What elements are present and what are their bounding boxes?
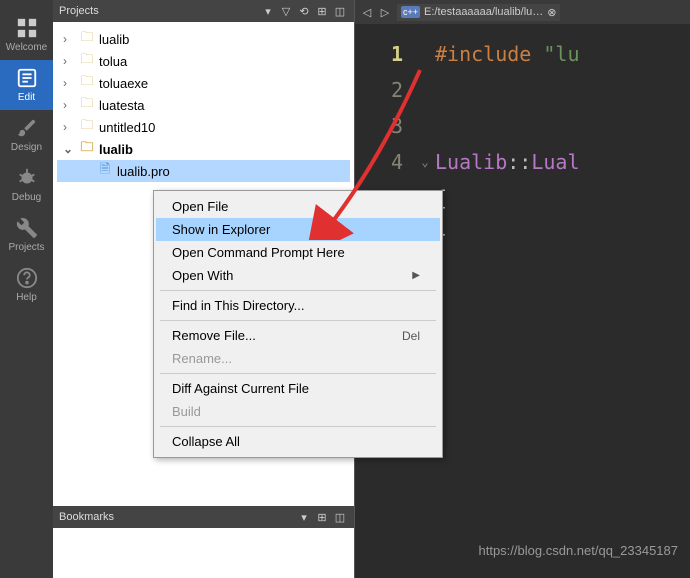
menu-separator — [160, 426, 436, 427]
fold-icon[interactable]: ⌄ — [415, 144, 435, 180]
menu-build: Build — [156, 400, 440, 423]
projects-title: Projects — [59, 5, 99, 17]
menu-show-explorer[interactable]: Show in Explorer — [156, 218, 440, 241]
sidebar-design[interactable]: Design — [0, 110, 53, 160]
brush-icon — [16, 117, 38, 139]
menu-remove-file[interactable]: Remove File...Del — [156, 324, 440, 347]
sidebar-label: Debug — [12, 192, 41, 203]
tree-folder-expanded[interactable]: ⌄ 🗀 lualib — [57, 138, 350, 160]
context-menu: Open File Show in Explorer Open Command … — [153, 190, 443, 458]
tree-folder[interactable]: › 🗀 untitled10 — [57, 116, 350, 138]
tree-folder[interactable]: › 🗀 toluaexe — [57, 72, 350, 94]
watermark: https://blog.csdn.net/qq_23345187 — [479, 543, 679, 558]
cpp-badge-icon: c++ — [401, 6, 420, 18]
tab-path: E:/testaaaaaa/lualib/lu… — [424, 6, 543, 18]
dropdown-icon[interactable]: ▾ — [260, 3, 276, 19]
bookmarks-header: Bookmarks ▾ ⊞ ◫ — [53, 506, 354, 528]
projects-header: Projects ▾ ▽ ⟲ ⊞ ◫ — [53, 0, 354, 22]
chevron-right-icon[interactable]: › — [63, 76, 79, 90]
line-number: 4 — [355, 144, 403, 180]
menu-separator — [160, 373, 436, 374]
sidebar-help[interactable]: Help — [0, 260, 53, 310]
tree-label: toluaexe — [99, 76, 148, 91]
tree-label: lualib.pro — [117, 164, 170, 179]
tree-label: lualib — [99, 142, 133, 157]
split-icon[interactable]: ◫ — [332, 3, 348, 19]
chevron-right-icon[interactable]: › — [63, 120, 79, 134]
code-area[interactable]: #include "lu Lualib::Lual { } — [435, 24, 580, 578]
submenu-arrow-icon: ▶ — [412, 270, 420, 281]
bookmarks-body[interactable] — [53, 528, 354, 578]
bug-icon — [16, 167, 38, 189]
add-icon[interactable]: ⊞ — [314, 509, 330, 525]
help-icon — [16, 267, 38, 289]
editor-tabbar: ◁ ▷ c++ E:/testaaaaaa/lualib/lu… ⊗ — [355, 0, 690, 24]
editor-tab[interactable]: c++ E:/testaaaaaa/lualib/lu… ⊗ — [397, 4, 560, 21]
folder-icon: 🗀 — [79, 119, 95, 135]
sidebar-label: Design — [11, 142, 42, 153]
folder-icon: 🗀 — [79, 75, 95, 91]
menu-open-file[interactable]: Open File — [156, 195, 440, 218]
menu-rename: Rename... — [156, 347, 440, 370]
menu-separator — [160, 290, 436, 291]
tree-file-selected[interactable]: 🗎 lualib.pro — [57, 160, 350, 182]
menu-open-with[interactable]: Open With▶ — [156, 264, 440, 287]
tree-folder[interactable]: › 🗀 lualib — [57, 28, 350, 50]
folder-icon: 🗀 — [79, 31, 95, 47]
edit-icon — [16, 67, 38, 89]
add-icon[interactable]: ⊞ — [314, 3, 330, 19]
menu-diff[interactable]: Diff Against Current File — [156, 377, 440, 400]
tree-label: luatesta — [99, 98, 145, 113]
menu-collapse-all[interactable]: Collapse All — [156, 430, 440, 453]
filter-icon[interactable]: ▽ — [278, 3, 294, 19]
dropdown-icon[interactable]: ▾ — [296, 509, 312, 525]
nav-fwd-icon[interactable]: ▷ — [377, 4, 393, 20]
menu-find-dir[interactable]: Find in This Directory... — [156, 294, 440, 317]
folder-icon: 🗀 — [79, 53, 95, 69]
chevron-down-icon[interactable]: ⌄ — [63, 142, 79, 156]
folder-icon: 🗀 — [79, 141, 95, 157]
menu-separator — [160, 320, 436, 321]
split-icon[interactable]: ◫ — [332, 509, 348, 525]
sidebar-debug[interactable]: Debug — [0, 160, 53, 210]
chevron-right-icon[interactable]: › — [63, 54, 79, 68]
nav-back-icon[interactable]: ◁ — [359, 4, 375, 20]
wrench-icon — [16, 217, 38, 239]
sidebar-label: Welcome — [6, 42, 48, 53]
chevron-right-icon[interactable]: › — [63, 32, 79, 46]
link-icon[interactable]: ⟲ — [296, 3, 312, 19]
close-icon[interactable]: ⊗ — [547, 6, 556, 19]
grid-icon — [16, 17, 38, 39]
tree-folder[interactable]: › 🗀 tolua — [57, 50, 350, 72]
line-number: 1 — [355, 36, 403, 72]
sidebar-welcome[interactable]: Welcome — [0, 10, 53, 60]
sidebar-edit[interactable]: Edit — [0, 60, 53, 110]
line-number: 3 — [355, 108, 403, 144]
line-number: 2 — [355, 72, 403, 108]
sidebar-projects[interactable]: Projects — [0, 210, 53, 260]
sidebar-label: Help — [16, 292, 37, 303]
chevron-right-icon[interactable]: › — [63, 98, 79, 112]
file-icon: 🗎 — [97, 163, 113, 179]
menu-open-cmd[interactable]: Open Command Prompt Here — [156, 241, 440, 264]
tree-label: untitled10 — [99, 120, 155, 135]
shortcut-label: Del — [402, 329, 420, 343]
sidebar-label: Edit — [18, 92, 35, 103]
tree-label: lualib — [99, 32, 129, 47]
tree-folder[interactable]: › 🗀 luatesta — [57, 94, 350, 116]
sidebar-label: Projects — [8, 242, 44, 253]
tree-label: tolua — [99, 54, 127, 69]
bookmarks-title: Bookmarks — [59, 511, 114, 523]
mode-sidebar: Welcome Edit Design Debug Projects Help — [0, 0, 53, 578]
folder-icon: 🗀 — [79, 97, 95, 113]
